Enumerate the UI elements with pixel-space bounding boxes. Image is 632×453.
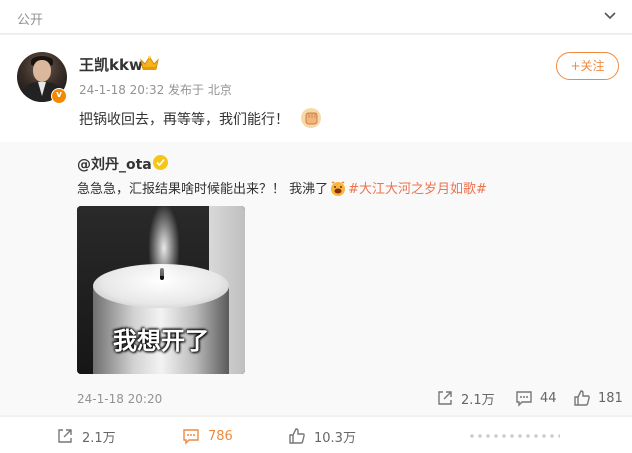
image-caption: 我想开了 [113, 327, 209, 355]
repost-like-count: 181 [598, 390, 623, 406]
repost-comment-button[interactable]: 44 [515, 389, 557, 407]
top-bar: 公开 [0, 0, 632, 34]
fade-divider [468, 433, 560, 439]
post-meta: 24-1-18 20:32 发布于 北京 [79, 83, 232, 97]
crown-icon [140, 55, 159, 70]
comment-icon [183, 429, 199, 445]
share-icon [58, 429, 72, 443]
repost-image[interactable]: 我想开了 [77, 206, 245, 374]
thumbs-up-icon [289, 428, 305, 444]
like-button[interactable]: 10.3万 [288, 427, 356, 446]
repost-block[interactable]: @刘丹_ota 急急急，汇报结果啥时候能出来？！ 我沸了 #大江大河之岁月如歌#… [0, 142, 632, 415]
share-count: 2.1万 [82, 430, 116, 446]
repost-like-button[interactable]: 181 [573, 389, 623, 407]
boiling-emoji-icon [331, 181, 346, 196]
repost-text-body: 急急急，汇报结果啥时候能出来？！ 我沸了 [77, 182, 329, 197]
visibility-label: 公开 [17, 13, 44, 28]
share-icon [438, 391, 452, 405]
comment-count: 786 [208, 428, 233, 444]
fist-emoji-icon [301, 108, 321, 128]
post-text: 把锅收回去，再等等，我们能行！ [79, 112, 289, 128]
post-card: v 王凯kkw 24-1-18 20:32 发布于 北京 +关注 把锅收回去，再… [0, 35, 632, 415]
action-bar: 2.1万 786 10.3万 [0, 416, 632, 453]
thumbs-up-icon [574, 390, 590, 406]
share-button[interactable]: 2.1万 [56, 427, 116, 446]
repost-share-button[interactable]: 2.1万 [436, 389, 495, 408]
verified-badge: v [51, 88, 67, 104]
comment-button[interactable]: 786 [182, 427, 233, 445]
repost-text: 急急急，汇报结果啥时候能出来？！ 我沸了 #大江大河之岁月如歌# [77, 178, 487, 197]
author-name[interactable]: 王凯kkw [79, 54, 143, 75]
repost-comment-count: 44 [540, 390, 557, 406]
repost-author[interactable]: @刘丹_ota [77, 154, 152, 174]
comment-icon [516, 391, 532, 407]
chevron-down-icon[interactable] [604, 12, 616, 20]
follow-button[interactable]: +关注 [556, 52, 619, 80]
hashtag-link[interactable]: #大江大河之岁月如歌# [348, 182, 487, 197]
repost-share-count: 2.1万 [461, 392, 495, 408]
gold-verified-icon [153, 155, 168, 170]
repost-date[interactable]: 24-1-18 20:20 [77, 392, 162, 406]
like-count: 10.3万 [314, 430, 356, 446]
